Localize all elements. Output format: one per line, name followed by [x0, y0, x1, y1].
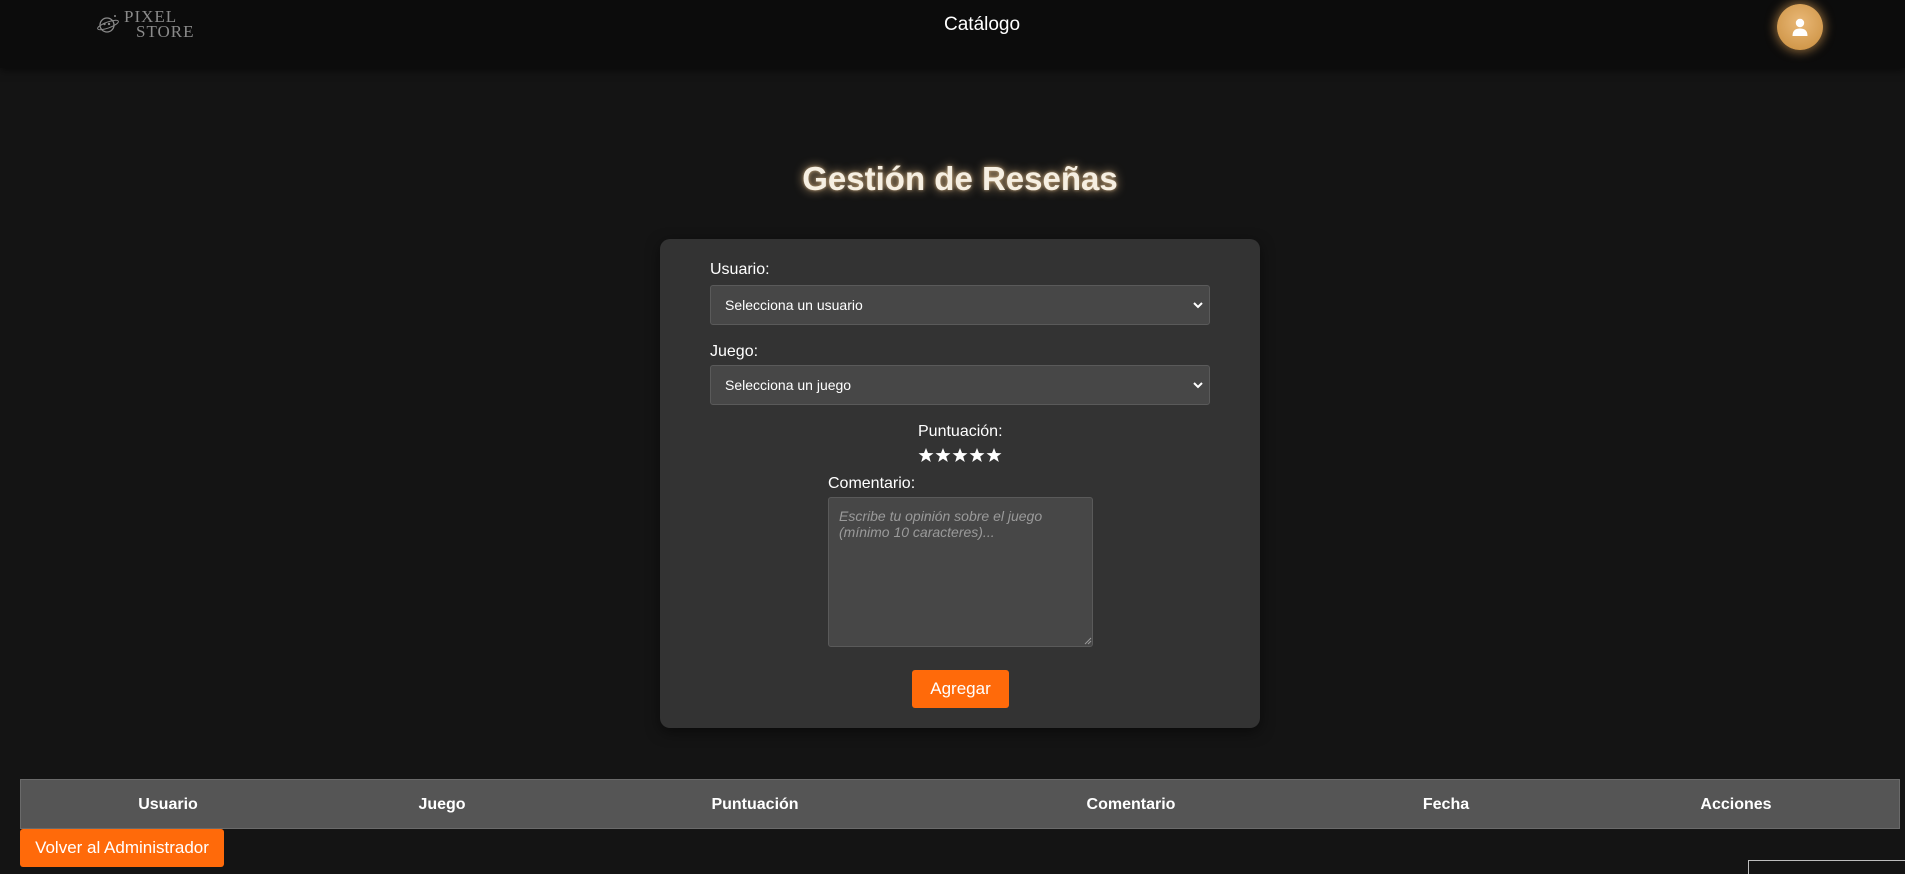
rating-label: Puntuación:: [918, 423, 1003, 440]
column-header-juego: Juego: [418, 796, 466, 813]
page-title: Gestión de Reseñas: [802, 160, 1118, 197]
game-select[interactable]: Selecciona un juego: [710, 365, 1210, 405]
column-header-acciones: Acciones: [1700, 796, 1772, 813]
star-icon[interactable]: [969, 447, 985, 463]
comment-label: Comentario:: [828, 475, 916, 492]
user-avatar-button[interactable]: [1777, 4, 1823, 50]
nav-catalog-link[interactable]: Catálogo: [944, 14, 1020, 36]
user-select-value: Selecciona un usuario: [725, 297, 863, 313]
column-header-puntuacion: Puntuación: [711, 796, 799, 813]
resize-grip-icon[interactable]: [1084, 637, 1092, 645]
reviews-table-header: Usuario Juego Puntuación Comentario Fech…: [20, 779, 1900, 829]
user-icon: [1792, 18, 1808, 36]
column-header-usuario: Usuario: [138, 796, 198, 813]
planet-logo-icon: [96, 12, 120, 36]
column-header-comentario: Comentario: [1086, 796, 1176, 813]
game-label: Juego:: [710, 343, 759, 360]
chevron-down-icon: [1193, 382, 1203, 389]
star-icon[interactable]: [952, 447, 968, 463]
top-navbar: PIXEL STORE Catálogo: [0, 0, 1905, 68]
review-form-card: Usuario: Selecciona un usuario Juego: Se…: [660, 239, 1260, 728]
user-select[interactable]: Selecciona un usuario: [710, 285, 1210, 325]
user-label: Usuario:: [710, 261, 770, 278]
corner-frame: [1748, 860, 1905, 874]
pixel-store-logo[interactable]: PIXEL STORE: [96, 6, 194, 42]
back-to-admin-button[interactable]: Volver al Administrador: [20, 829, 224, 867]
game-select-value: Selecciona un juego: [725, 377, 852, 393]
star-icon[interactable]: [935, 447, 951, 463]
star-icon[interactable]: [918, 447, 934, 463]
star-icon[interactable]: [986, 447, 1002, 463]
comment-textarea[interactable]: [828, 497, 1093, 647]
rating-stars: [918, 447, 1002, 463]
logo-line-2: STORE: [136, 22, 195, 41]
chevron-down-icon: [1193, 302, 1203, 309]
column-header-fecha: Fecha: [1422, 796, 1470, 813]
logo-text: PIXEL STORE: [124, 8, 195, 41]
add-review-button[interactable]: Agregar: [912, 670, 1009, 708]
